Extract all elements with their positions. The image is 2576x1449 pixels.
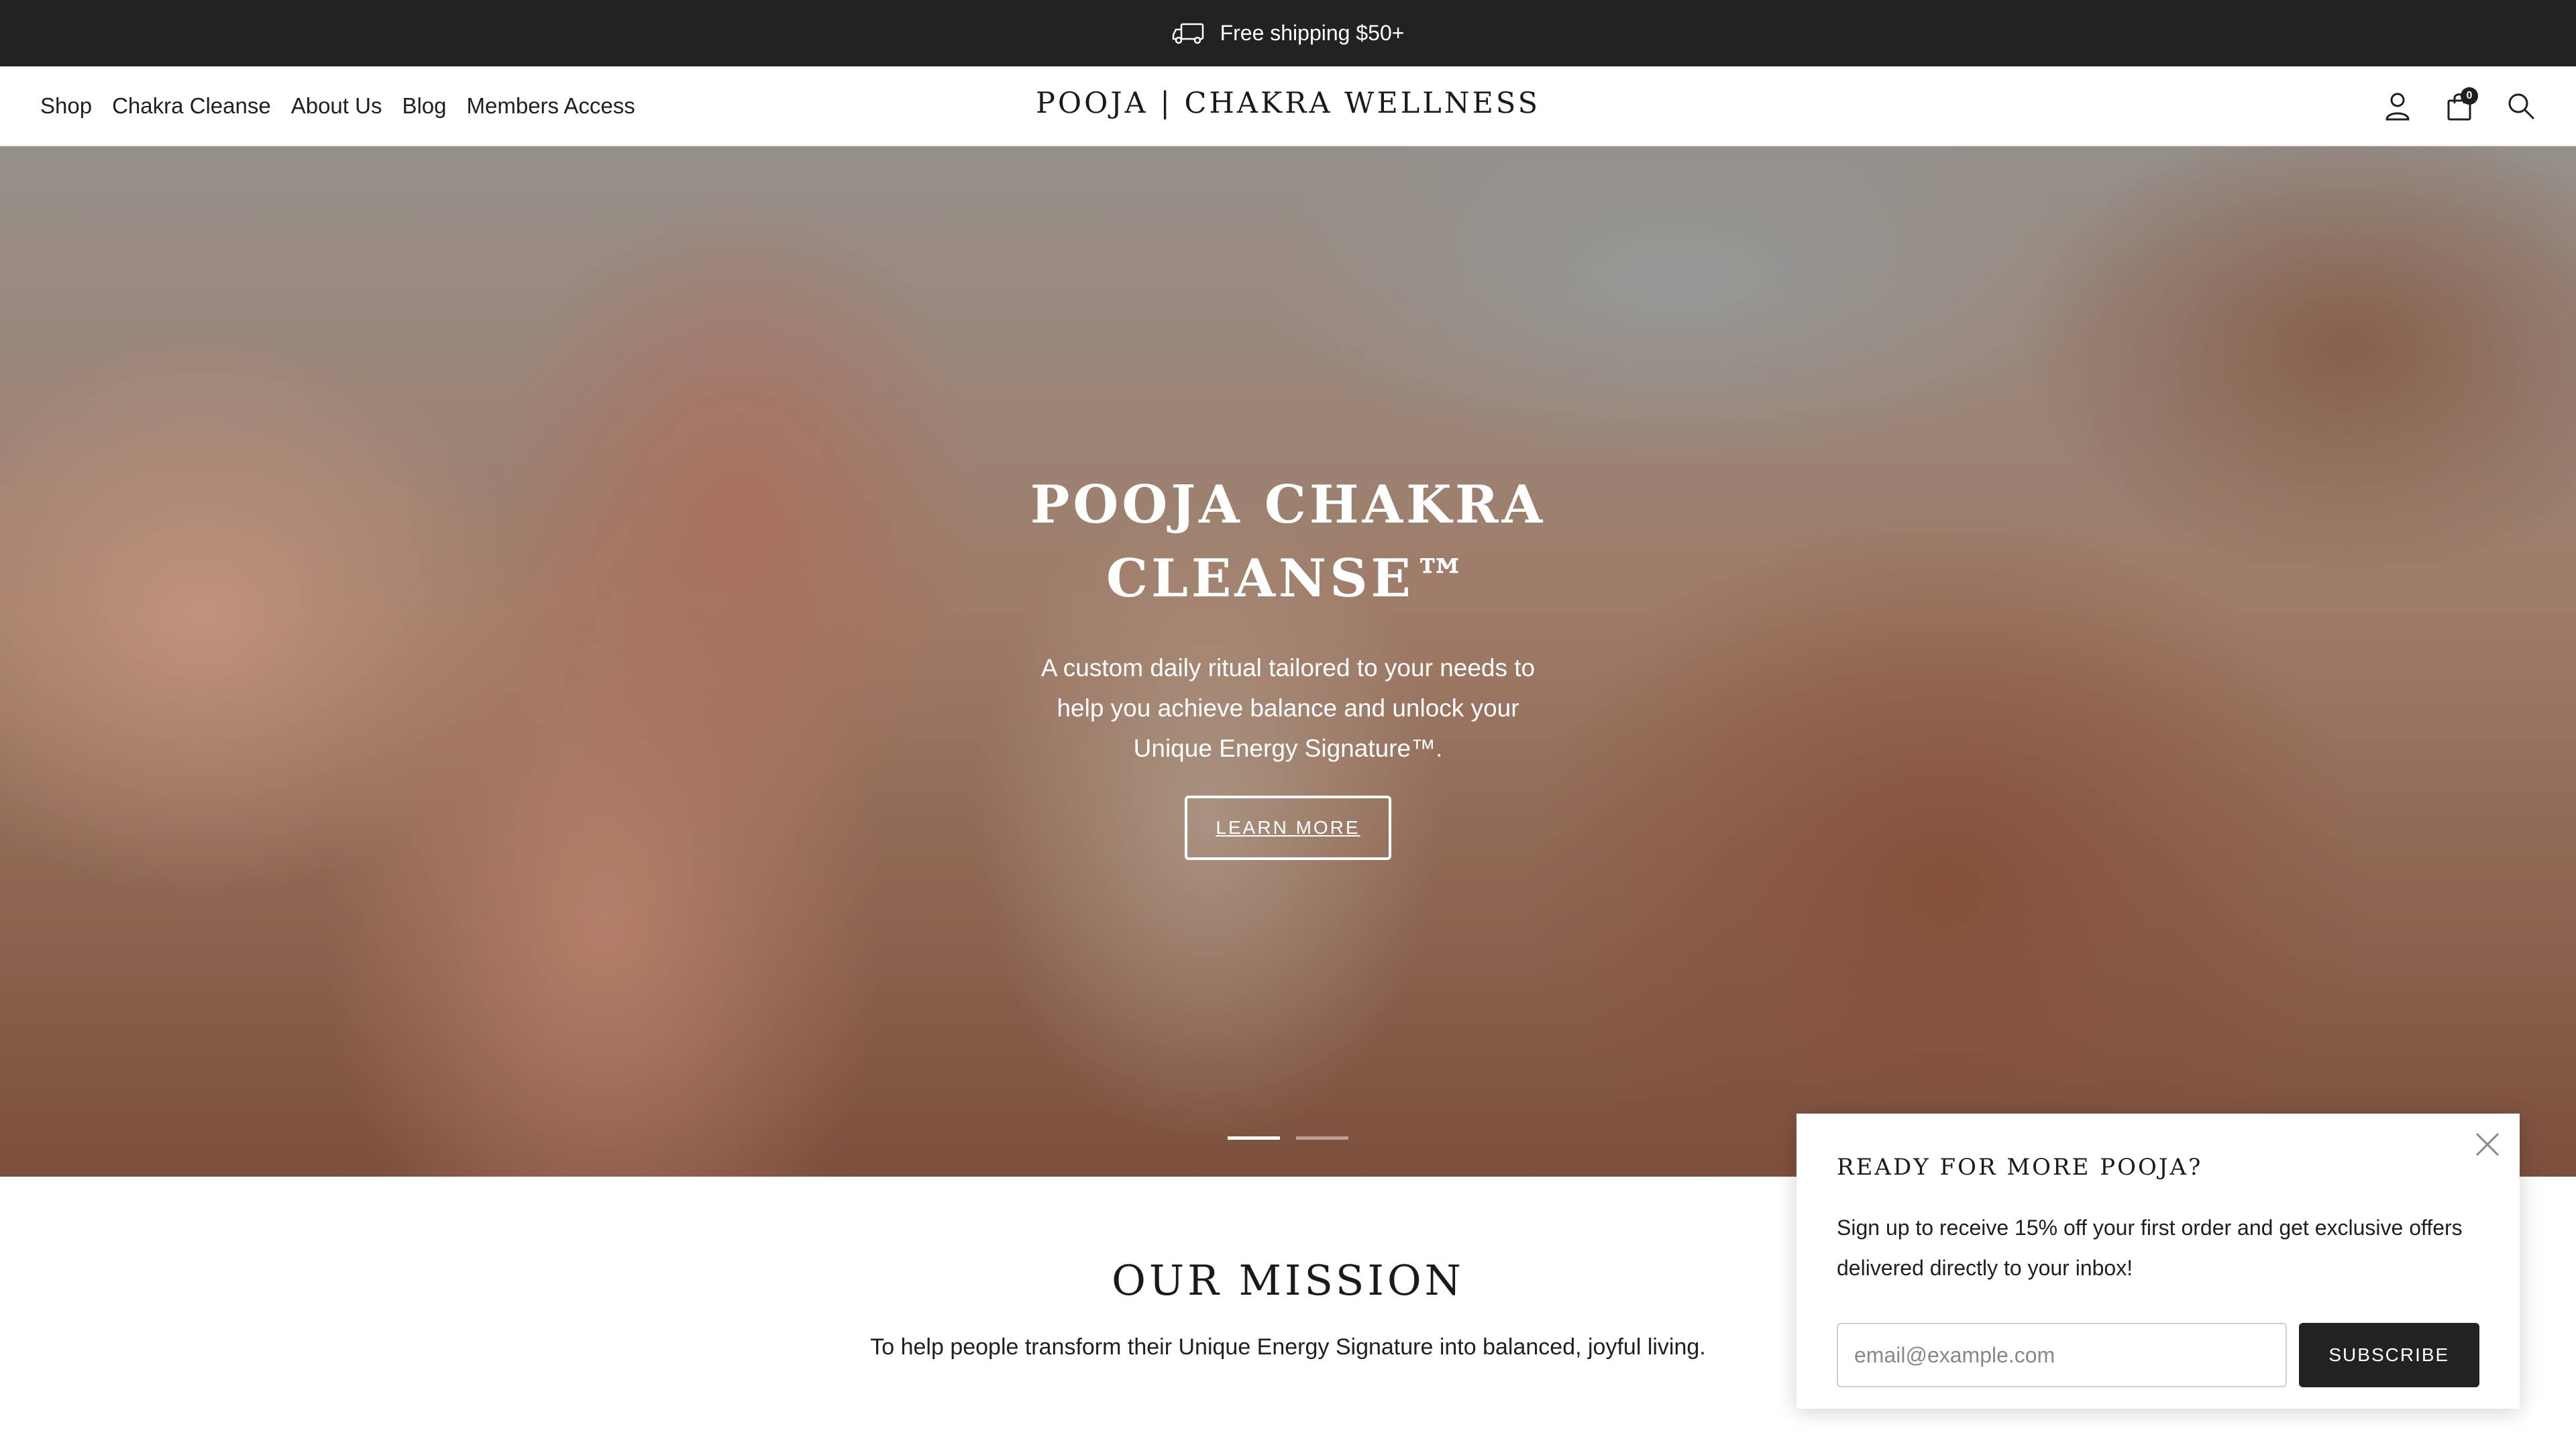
close-icon[interactable]	[2473, 1130, 2502, 1159]
slider-dot-2[interactable]	[1296, 1136, 1348, 1140]
email-field[interactable]	[1837, 1323, 2287, 1387]
hero-content: POOJA CHAKRA CLEANSE™ A custom daily rit…	[953, 468, 1623, 860]
hero-subtitle: A custom daily ritual tailored to your n…	[1040, 654, 1536, 762]
announcement-bar: Free shipping $50+	[0, 0, 2576, 66]
learn-more-button[interactable]: LEARN MORE	[1185, 796, 1391, 860]
subscribe-button[interactable]: SUBSCRIBE	[2298, 1323, 2479, 1387]
slider-dot-1[interactable]	[1228, 1136, 1280, 1140]
newsletter-form: SUBSCRIBE	[1837, 1323, 2479, 1387]
cart-icon[interactable]: 0	[2445, 87, 2478, 121]
hero-title-line1: POOJA CHAKRA	[1030, 474, 1546, 535]
nav-shop[interactable]: Shop	[40, 93, 92, 119]
popup-text: Sign up to receive 15% off your first or…	[1837, 1216, 2463, 1280]
nav-members-access[interactable]: Members Access	[467, 93, 635, 119]
hero-title: POOJA CHAKRA CLEANSE™	[953, 468, 1623, 616]
site-header: Shop Chakra Cleanse About Us Blog Member…	[0, 66, 2576, 146]
slider-dots	[1228, 1136, 1348, 1140]
hero-banner: POOJA CHAKRA CLEANSE™ A custom daily rit…	[0, 146, 2576, 1177]
main-nav: Shop Chakra Cleanse About Us Blog Member…	[40, 66, 635, 146]
truck-icon	[1172, 23, 1203, 44]
hero-title-line2: CLEANSE™	[1106, 548, 1470, 609]
site-logo[interactable]: POOJA | CHAKRA WELLNESS	[1020, 66, 1556, 146]
nav-blog[interactable]: Blog	[402, 93, 446, 119]
search-icon[interactable]	[2506, 91, 2536, 121]
nav-chakra-cleanse[interactable]: Chakra Cleanse	[112, 93, 271, 119]
cart-count-badge: 0	[2461, 87, 2478, 105]
announcement-text: Free shipping $50+	[1220, 21, 1405, 45]
nav-about-us[interactable]: About Us	[291, 93, 382, 119]
newsletter-popup: READY FOR MORE POOJA? Sign up to receive…	[1796, 1114, 2520, 1409]
account-icon[interactable]	[2383, 91, 2412, 121]
popup-title: READY FOR MORE POOJA?	[1837, 1154, 2203, 1181]
header-icons: 0	[2383, 66, 2536, 146]
